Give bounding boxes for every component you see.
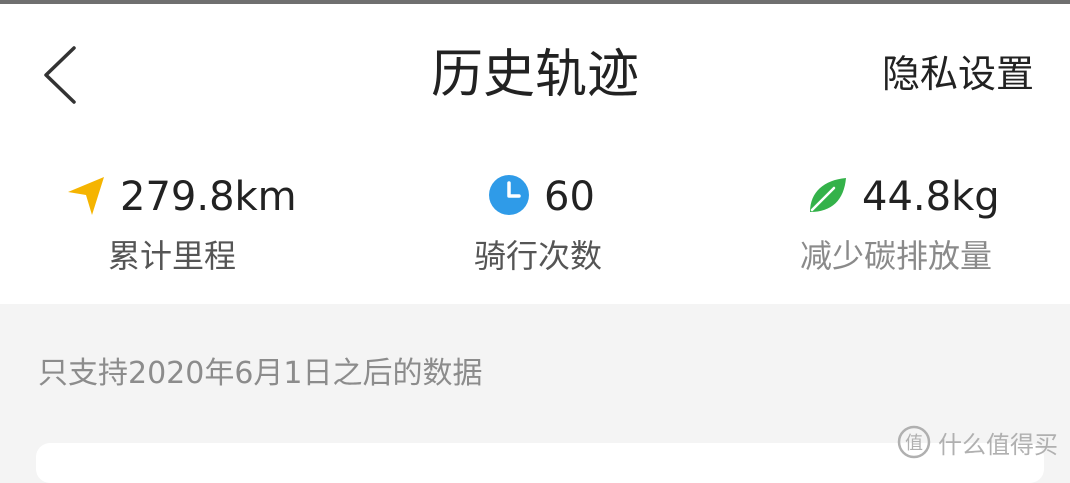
clock-icon [488,174,530,220]
carbon-label: 减少碳排放量 [800,237,993,275]
leaf-icon [806,174,848,220]
navigation-arrow-icon [66,173,106,221]
data-availability-note: 只支持2020年6月1日之后的数据 [38,356,483,391]
stat-total-distance: 279.8km 累计里程 [66,172,297,282]
distance-value: 279.8km [120,174,297,220]
distance-label: 累计里程 [108,237,237,275]
ride-count-value: 60 [544,174,595,220]
watermark-logo-text: 值 [905,433,923,454]
ride-count-label: 骑行次数 [474,237,603,275]
stat-ride-count: 60 骑行次数 [474,172,602,282]
summary-header: 历史轨迹 隐私设置 279.8km 累计里程 60 骑行次数 44.8kg 减少… [0,4,1070,304]
watermark: 值 什么值得买 [896,424,1058,460]
privacy-settings-button[interactable]: 隐私设置 [882,48,1034,100]
watermark-text: 什么值得买 [938,430,1058,459]
history-card[interactable] [36,443,1044,483]
carbon-value: 44.8kg [862,174,1000,220]
watermark-logo-icon: 值 [897,425,931,459]
stat-carbon-reduction: 44.8kg 减少碳排放量 [800,172,1000,282]
